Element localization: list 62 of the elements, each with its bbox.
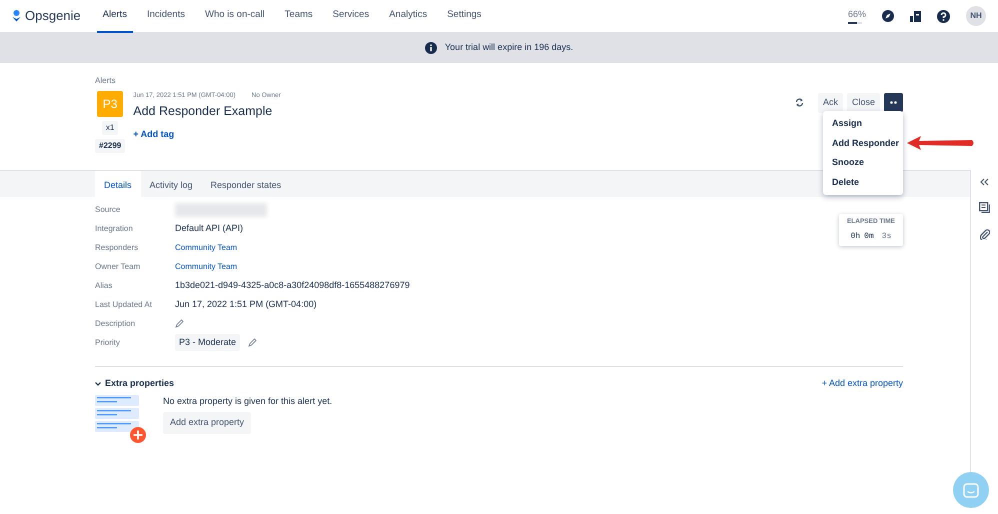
field-label: Priority bbox=[95, 336, 121, 348]
double-chevron-icon[interactable] bbox=[980, 178, 989, 186]
alert-number: #2299 bbox=[95, 139, 126, 153]
chevron-down-icon bbox=[95, 382, 101, 386]
elapsed-minutes: 0m bbox=[864, 230, 874, 243]
section-toggle[interactable]: Extra properties bbox=[95, 377, 174, 390]
field-label: Source bbox=[95, 204, 122, 216]
chat-icon bbox=[963, 482, 979, 498]
menu-item[interactable]: Assign bbox=[823, 114, 903, 134]
avatar[interactable]: NH bbox=[966, 6, 986, 26]
empty-message: No extra property is given for this alert yet. bbox=[163, 394, 332, 408]
count-badge: x1 bbox=[102, 121, 118, 135]
paperclip-icon[interactable] bbox=[980, 229, 990, 240]
field-label: Integration bbox=[95, 222, 134, 234]
tab[interactable]: Responder states bbox=[202, 171, 290, 198]
nav-tab[interactable]: Services bbox=[326, 0, 376, 32]
field-value: Default API (API) bbox=[175, 222, 244, 235]
logo-icon bbox=[12, 10, 21, 22]
note-icon[interactable] bbox=[979, 202, 990, 213]
help-icon[interactable] bbox=[937, 10, 950, 22]
edit-icon[interactable] bbox=[248, 338, 258, 347]
add-tag-link[interactable]: + Add tag bbox=[133, 128, 174, 138]
logo-text: Opsgenie bbox=[25, 7, 81, 26]
tab[interactable]: Activity log bbox=[140, 171, 202, 198]
field-label: Owner Team bbox=[95, 260, 142, 272]
nav-tab[interactable]: Analytics bbox=[383, 0, 434, 32]
add-extra-property-button[interactable]: Add extra property bbox=[163, 412, 252, 434]
nav-tab[interactable]: Teams bbox=[278, 0, 319, 32]
menu-item[interactable]: Add Responder bbox=[823, 134, 903, 153]
field-label: Responders bbox=[95, 242, 140, 254]
priority-tag: P3 - Moderate bbox=[175, 334, 240, 352]
tab[interactable]: Details bbox=[95, 171, 141, 198]
edit-icon[interactable] bbox=[175, 319, 184, 328]
team-link[interactable]: Community Team bbox=[175, 242, 238, 254]
breadcrumb-link[interactable]: Alerts bbox=[95, 75, 903, 87]
pointer-arrow bbox=[905, 135, 975, 152]
add-extra-property-link[interactable]: + Add extra property bbox=[822, 377, 903, 390]
field-label: Last Updated At bbox=[95, 298, 153, 310]
elapsed-seconds: 3s bbox=[882, 230, 892, 243]
nav-tab[interactable]: Settings bbox=[441, 0, 488, 32]
ellipsis-icon bbox=[890, 101, 897, 104]
field-value: Jun 17, 2022 1:51 PM (GMT-04:00) bbox=[175, 298, 317, 311]
compass-icon[interactable] bbox=[882, 10, 894, 22]
elapsed-hours: 0h bbox=[850, 230, 860, 243]
field-value: 1b3de021-d949-4325-a0c8-a30f24098df8-1655488276979 bbox=[175, 278, 410, 292]
team-link[interactable]: Community Team bbox=[175, 260, 238, 272]
nav-tab[interactable]: Who is on-call bbox=[198, 0, 271, 32]
banner-text: Your trial will expire in 196 days. bbox=[444, 41, 574, 54]
field-label: Description bbox=[95, 318, 136, 330]
alert-title: Add Responder Example bbox=[133, 102, 274, 120]
field-label: Alias bbox=[95, 280, 114, 292]
menu-item[interactable]: Delete bbox=[823, 172, 903, 192]
apps-icon[interactable] bbox=[910, 10, 921, 22]
info-icon bbox=[424, 42, 437, 54]
priority-badge: P3 bbox=[97, 91, 124, 117]
more-button[interactable] bbox=[884, 93, 903, 112]
nav-tab[interactable]: Incidents bbox=[140, 0, 191, 32]
menu-item[interactable]: Snooze bbox=[823, 153, 903, 172]
empty-list-illustration bbox=[95, 394, 147, 442]
action-button[interactable]: Ack bbox=[818, 93, 843, 112]
refresh-icon[interactable] bbox=[794, 98, 804, 107]
usage-text: 66% bbox=[848, 8, 866, 22]
